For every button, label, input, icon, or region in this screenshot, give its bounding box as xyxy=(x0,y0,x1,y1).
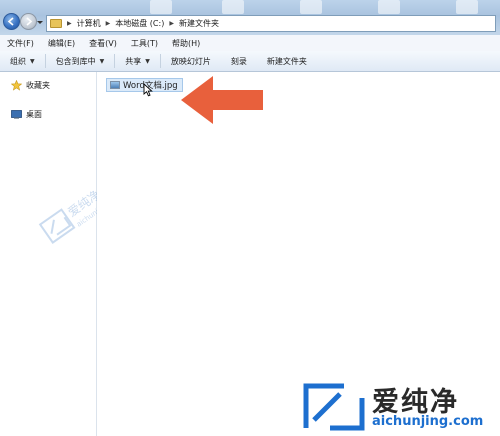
nav-item-favorites[interactable]: 收藏夹 xyxy=(11,80,50,91)
chevron-down-icon: ▼ xyxy=(145,57,150,65)
new-folder-label: 新建文件夹 xyxy=(266,56,307,66)
forward-button[interactable] xyxy=(20,13,37,30)
menu-tools[interactable]: 工具(T) xyxy=(124,38,165,49)
breadcrumb-computer[interactable]: 计算机 xyxy=(77,18,101,29)
nav-item-desktop[interactable]: 桌面 xyxy=(11,109,42,120)
address-bar[interactable]: ▶ 计算机 ▶ 本地磁盘 (C:) ▶ 新建文件夹 xyxy=(46,15,496,32)
watermark-logo-large: 爱纯净 aichunjing.com xyxy=(300,376,500,436)
include-in-library-button[interactable]: 包含到库中 ▼ xyxy=(46,56,115,67)
annotation-arrow-icon xyxy=(181,76,263,124)
watermark-logo-icon xyxy=(303,383,365,431)
organize-button[interactable]: 组织 ▼ xyxy=(0,56,45,67)
breadcrumb-separator-icon: ▶ xyxy=(67,20,72,27)
chevron-down-icon: ▼ xyxy=(30,57,35,65)
star-icon xyxy=(11,80,22,91)
breadcrumb-local-disk[interactable]: 本地磁盘 (C:) xyxy=(115,18,164,29)
mouse-cursor-icon xyxy=(143,83,153,97)
new-folder-button[interactable]: 新建文件夹 xyxy=(257,56,317,67)
nav-desktop-label: 桌面 xyxy=(26,110,42,119)
command-bar: 组织 ▼ 包含到库中 ▼ 共享 ▼ 放映幻灯片 刻录 新建文件夹 xyxy=(0,51,500,72)
forward-arrow-icon xyxy=(26,17,33,26)
organize-label: 组织 xyxy=(10,56,26,66)
menu-bar: 文件(F) 编辑(E) 查看(V) 工具(T) 帮助(H) xyxy=(0,35,500,52)
nav-favorites-label: 收藏夹 xyxy=(26,81,50,90)
menu-view[interactable]: 查看(V) xyxy=(82,38,124,49)
recent-pages-chevron-icon[interactable] xyxy=(37,20,43,26)
include-in-library-label: 包含到库中 xyxy=(55,56,96,66)
breadcrumb-separator-icon: ▶ xyxy=(169,20,174,27)
back-button[interactable] xyxy=(3,13,20,30)
navigation-pane: 收藏夹 桌面 爱纯净 aichunjing.com xyxy=(0,72,123,436)
breadcrumb-separator-icon: ▶ xyxy=(105,20,111,27)
window-titlebar: ▶ 计算机 ▶ 本地磁盘 (C:) ▶ 新建文件夹 xyxy=(0,0,500,35)
burn-button[interactable]: 刻录 xyxy=(221,56,257,67)
slideshow-button[interactable]: 放映幻灯片 xyxy=(161,56,221,67)
titlebar-glare xyxy=(150,0,172,14)
titlebar-glare xyxy=(222,0,244,14)
titlebar-glare xyxy=(378,0,400,14)
desktop-icon xyxy=(11,110,22,119)
image-file-icon xyxy=(110,81,120,89)
titlebar-glare xyxy=(456,0,478,14)
titlebar-glare xyxy=(300,0,322,14)
slideshow-label: 放映幻灯片 xyxy=(170,56,211,66)
breadcrumb-new-folder[interactable]: 新建文件夹 xyxy=(179,18,219,29)
back-arrow-icon xyxy=(7,17,14,26)
watermark-large-url: aichunjing.com xyxy=(372,414,484,429)
share-label: 共享 xyxy=(125,56,142,66)
share-button[interactable]: 共享 ▼ xyxy=(115,56,160,67)
menu-edit[interactable]: 编辑(E) xyxy=(41,38,82,49)
burn-label: 刻录 xyxy=(230,56,247,66)
folder-icon xyxy=(50,19,62,28)
menu-file[interactable]: 文件(F) xyxy=(0,38,41,49)
menu-help[interactable]: 帮助(H) xyxy=(165,38,207,49)
chevron-down-icon: ▼ xyxy=(99,57,105,65)
